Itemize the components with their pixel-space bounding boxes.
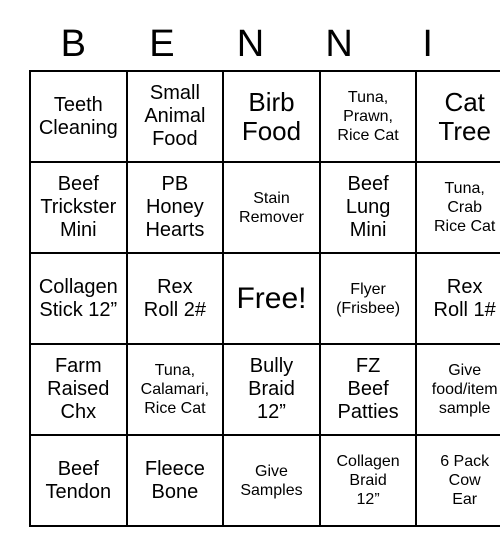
bingo-cell[interactable]: PB Honey Hearts (125, 161, 225, 254)
bingo-card: B E N N I Teeth Cleaning Small Animal Food … (29, 18, 500, 527)
bingo-cell-label: Rex Roll 1# (433, 275, 496, 321)
header-letter-1: B (60, 23, 86, 65)
bingo-cell[interactable]: Rex Roll 1# (415, 252, 500, 345)
bingo-cell[interactable]: Beef Trickster Mini (29, 161, 128, 254)
bingo-cell-label: Small Animal Food (144, 82, 206, 150)
bingo-cell-label: Collagen Braid 12” (336, 453, 400, 508)
bingo-cell-label: Give food/item sample (431, 362, 498, 417)
bingo-row: Beef Tendon Fleece Bone Give Samples Collag… (29, 434, 500, 527)
bingo-row: Beef Trickster Mini PB Honey Hearts Stain Rem… (29, 161, 500, 254)
header-letter-2: E (149, 23, 175, 65)
bingo-row: Collagen Stick 12” Rex Roll 2# Free! Flyer… (29, 252, 500, 345)
bingo-cell-label: Beef Lung Mini (345, 173, 391, 241)
header-letter-4: N (325, 23, 353, 65)
bingo-grid: Teeth Cleaning Small Animal Food Birb Food T… (29, 70, 500, 527)
bingo-cell[interactable]: 6 Pack Cow Ear (415, 434, 500, 527)
bingo-row: Farm Raised Chx Tuna, Calamari, Rice Cat Bul… (29, 343, 500, 436)
bingo-cell-label: Rex Roll 2# (143, 275, 207, 321)
bingo-cell[interactable]: Beef Tendon (29, 434, 128, 527)
bingo-cell-label: Teeth Cleaning (38, 93, 118, 139)
bingo-cell-label: Beef Trickster Mini (40, 173, 117, 241)
bingo-cell[interactable]: Give Samples (222, 434, 321, 527)
bingo-cell-label: Collagen Stick 12” (38, 275, 118, 321)
bingo-cell[interactable]: Beef Lung Mini (318, 161, 418, 254)
bingo-cell[interactable]: Rex Roll 2# (125, 252, 225, 345)
bingo-cell[interactable]: Fleece Bone (125, 434, 225, 527)
bingo-cell-label: Beef Tendon (45, 457, 112, 503)
bingo-cell-label: Cat Tree (438, 86, 491, 146)
bingo-cell-label: Give Samples (240, 462, 303, 499)
bingo-cell[interactable]: Teeth Cleaning (29, 70, 128, 163)
bingo-cell-label: Bully Braid 12” (248, 355, 295, 423)
header-letter-5: I (422, 23, 433, 65)
bingo-cell-label: Tuna, Calamari, Rice Cat (140, 362, 210, 417)
bingo-cell[interactable]: Stain Remover (222, 161, 321, 254)
bingo-cell-label: Stain Remover (239, 189, 304, 226)
bingo-cell[interactable]: Collagen Braid 12” (318, 434, 418, 527)
bingo-cell[interactable]: Tuna, Crab Rice Cat (415, 161, 500, 254)
bingo-cell[interactable]: Tuna, Calamari, Rice Cat (125, 343, 225, 436)
bingo-cell-label: FZ Beef Patties (337, 355, 399, 423)
bingo-cell[interactable]: FZ Beef Patties (318, 343, 418, 436)
bingo-cell[interactable]: Collagen Stick 12” (29, 252, 128, 345)
bingo-cell-label: Tuna, Crab Rice Cat (433, 180, 496, 235)
bingo-cell[interactable]: Small Animal Food (125, 70, 225, 163)
bingo-cell[interactable]: Farm Raised Chx (29, 343, 128, 436)
bingo-row: Teeth Cleaning Small Animal Food Birb Food T… (29, 70, 500, 163)
bingo-cell-label: 6 Pack Cow Ear (440, 453, 490, 508)
bingo-cell[interactable]: Tuna, Prawn, Rice Cat (318, 70, 418, 163)
bingo-cell-label: Flyer (Frisbee) (336, 280, 401, 317)
bingo-cell-label: Free! (236, 281, 307, 315)
bingo-cell-free[interactable]: Free! (222, 252, 321, 345)
bingo-cell-label: Tuna, Prawn, Rice Cat (337, 89, 399, 144)
bingo-cell[interactable]: Bully Braid 12” (222, 343, 321, 436)
bingo-cell[interactable]: Birb Food (222, 70, 321, 163)
bingo-cell[interactable]: Cat Tree (415, 70, 500, 163)
bingo-cell-label: Farm Raised Chx (47, 355, 110, 423)
header-letter-3: N (236, 23, 265, 65)
bingo-cell-label: PB Honey Hearts (145, 173, 205, 241)
bingo-cell[interactable]: Give food/item sample (415, 343, 500, 436)
bingo-cell-label: Birb Food (241, 86, 302, 146)
bingo-header: B E N N I (29, 18, 472, 70)
bingo-cell-label: Fleece Bone (144, 457, 205, 503)
bingo-cell[interactable]: Flyer (Frisbee) (318, 252, 418, 345)
